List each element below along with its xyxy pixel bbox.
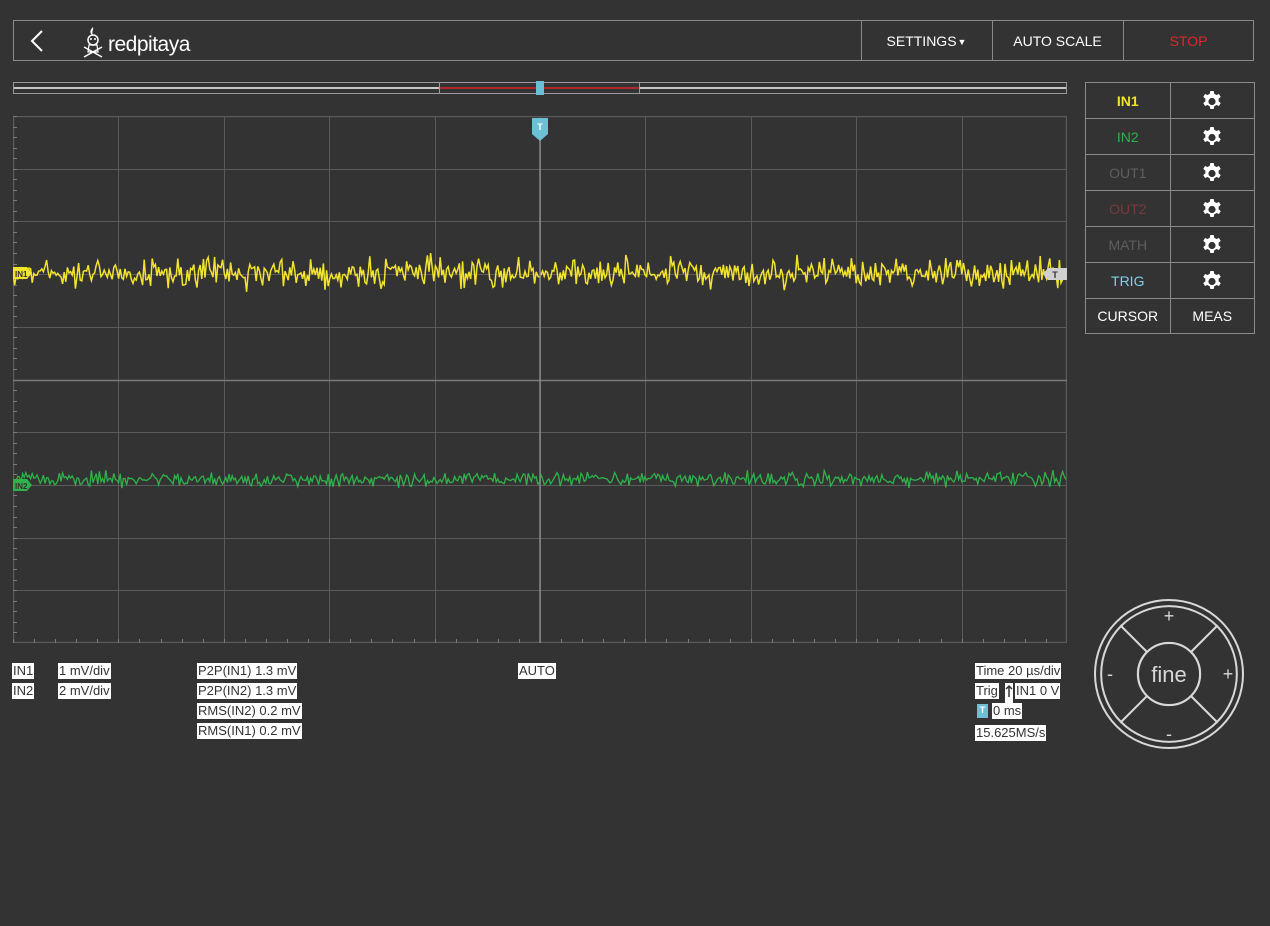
- sample-rate-label: 15.625MS/s: [975, 725, 1047, 741]
- channel-in2-button[interactable]: IN2: [1086, 119, 1170, 154]
- control-dial: + - - + fine: [1093, 598, 1245, 750]
- trigger-mode-label: AUTO: [518, 663, 556, 679]
- buffer-timeline[interactable]: [13, 81, 1067, 95]
- dial-fine-label: fine: [1151, 662, 1186, 687]
- channel-row-trig: TRIG: [1086, 263, 1254, 299]
- in1-marker-label: IN1: [15, 270, 28, 279]
- trigger-marker-label: T: [537, 122, 543, 132]
- channel-in1-settings[interactable]: [1169, 83, 1255, 118]
- trig-button[interactable]: TRIG: [1086, 263, 1170, 298]
- tools-row: CURSOR MEAS: [1086, 299, 1254, 333]
- channel-row-out1: OUT1: [1086, 155, 1254, 191]
- in2-marker-label: IN2: [15, 482, 28, 491]
- top-toolbar: redpitaya SETTINGS ▼ AUTO SCALE STOP: [13, 20, 1254, 61]
- trigger-time-marker[interactable]: T: [532, 118, 548, 141]
- trig-label: TRIG: [1111, 272, 1145, 289]
- rms-in2-measurement: RMS(IN2) 0.2 mV: [197, 703, 302, 719]
- trigger-level-label: T: [1052, 270, 1058, 280]
- time-scale-label: Time 20 µs/div: [975, 663, 1062, 679]
- in2-scale-label: 2 mV/div: [58, 683, 111, 699]
- chevron-left-icon: [30, 30, 43, 52]
- trig-text-label: Trig: [975, 683, 999, 699]
- channel-row-in1: IN1: [1086, 83, 1254, 119]
- channel-math-button[interactable]: MATH: [1086, 227, 1170, 262]
- graph-canvas: T IN1 IN2 T: [13, 116, 1067, 643]
- channel-out2-label: OUT2: [1109, 200, 1147, 217]
- channel-out1-label: OUT1: [1109, 164, 1147, 181]
- channel-out2-button[interactable]: OUT2: [1086, 191, 1170, 226]
- in1-channel-label: IN1: [12, 663, 35, 679]
- dial-down-label: -: [1166, 724, 1172, 744]
- channel-in2-settings[interactable]: [1169, 119, 1255, 154]
- dial-left-label: -: [1107, 664, 1113, 684]
- in2-channel-label: IN2: [12, 683, 35, 699]
- gear-icon: [1203, 234, 1221, 253]
- channel-in1-label: IN1: [1116, 92, 1139, 109]
- gear-icon: [1203, 90, 1221, 109]
- settings-label: SETTINGS: [886, 32, 957, 49]
- rms-in1-measurement: RMS(IN1) 0.2 mV: [197, 723, 302, 739]
- in1-scale-label: 1 mV/div: [58, 663, 111, 679]
- settings-button[interactable]: SETTINGS ▼: [861, 21, 991, 60]
- channel-math-label: MATH: [1108, 236, 1148, 253]
- dial-right-label: +: [1223, 664, 1234, 684]
- dial-svg: + - - + fine: [1094, 599, 1244, 749]
- in2-offset-marker[interactable]: IN2: [13, 479, 32, 491]
- channel-out1-settings[interactable]: [1169, 155, 1255, 190]
- p2p-in1-measurement: P2P(IN1) 1.3 mV: [197, 663, 298, 679]
- caret-down-icon: ▼: [957, 37, 967, 47]
- channel-in2-label: IN2: [1116, 128, 1139, 145]
- trigger-offset-badge: T: [977, 704, 988, 718]
- gear-icon: [1203, 198, 1221, 217]
- cursor-label: CURSOR: [1097, 308, 1159, 324]
- oscilloscope-graph[interactable]: T IN1 IN2 T: [13, 116, 1067, 643]
- trigger-edge-icon: [1005, 683, 1013, 703]
- channel-out1-button[interactable]: OUT1: [1086, 155, 1170, 190]
- dial-up-label: +: [1164, 606, 1175, 626]
- channel-row-in2: IN2: [1086, 119, 1254, 155]
- gear-icon: [1203, 162, 1221, 181]
- meas-label: MEAS: [1192, 308, 1233, 324]
- stop-button[interactable]: STOP: [1123, 21, 1253, 60]
- auto-scale-button[interactable]: AUTO SCALE: [992, 21, 1122, 60]
- trigger-offset-label: 0 ms: [992, 703, 1023, 719]
- back-button[interactable]: [22, 25, 52, 57]
- brand-name: redpitaya: [108, 33, 190, 56]
- channel-panel: IN1 IN2 OUT1 OUT2 MATH TRIG CURSOR MEAS: [1085, 82, 1255, 334]
- channel-in1-button[interactable]: IN1: [1086, 83, 1170, 118]
- channel-math-settings[interactable]: [1169, 227, 1255, 262]
- channel-out2-settings[interactable]: [1169, 191, 1255, 226]
- gear-icon: [1203, 126, 1221, 145]
- meas-button[interactable]: MEAS: [1169, 299, 1255, 333]
- logo: redpitaya: [80, 25, 190, 59]
- auto-scale-label: AUTO SCALE: [1013, 32, 1102, 49]
- cursor-button[interactable]: CURSOR: [1086, 299, 1170, 333]
- p2p-in2-measurement: P2P(IN2) 1.3 mV: [197, 683, 298, 699]
- trig-settings[interactable]: [1169, 263, 1255, 298]
- gear-icon: [1203, 270, 1221, 289]
- timeline-trigger-handle[interactable]: [536, 81, 544, 95]
- trig-source-label: IN1 0 V: [1015, 683, 1061, 699]
- channel-row-math: MATH: [1086, 227, 1254, 263]
- channel-row-out2: OUT2: [1086, 191, 1254, 227]
- stop-label: STOP: [1169, 32, 1208, 49]
- trigger-level-marker[interactable]: T: [1043, 268, 1067, 280]
- dial-fine-button[interactable]: fine: [1137, 642, 1201, 706]
- redpitaya-logo-icon: [83, 27, 103, 58]
